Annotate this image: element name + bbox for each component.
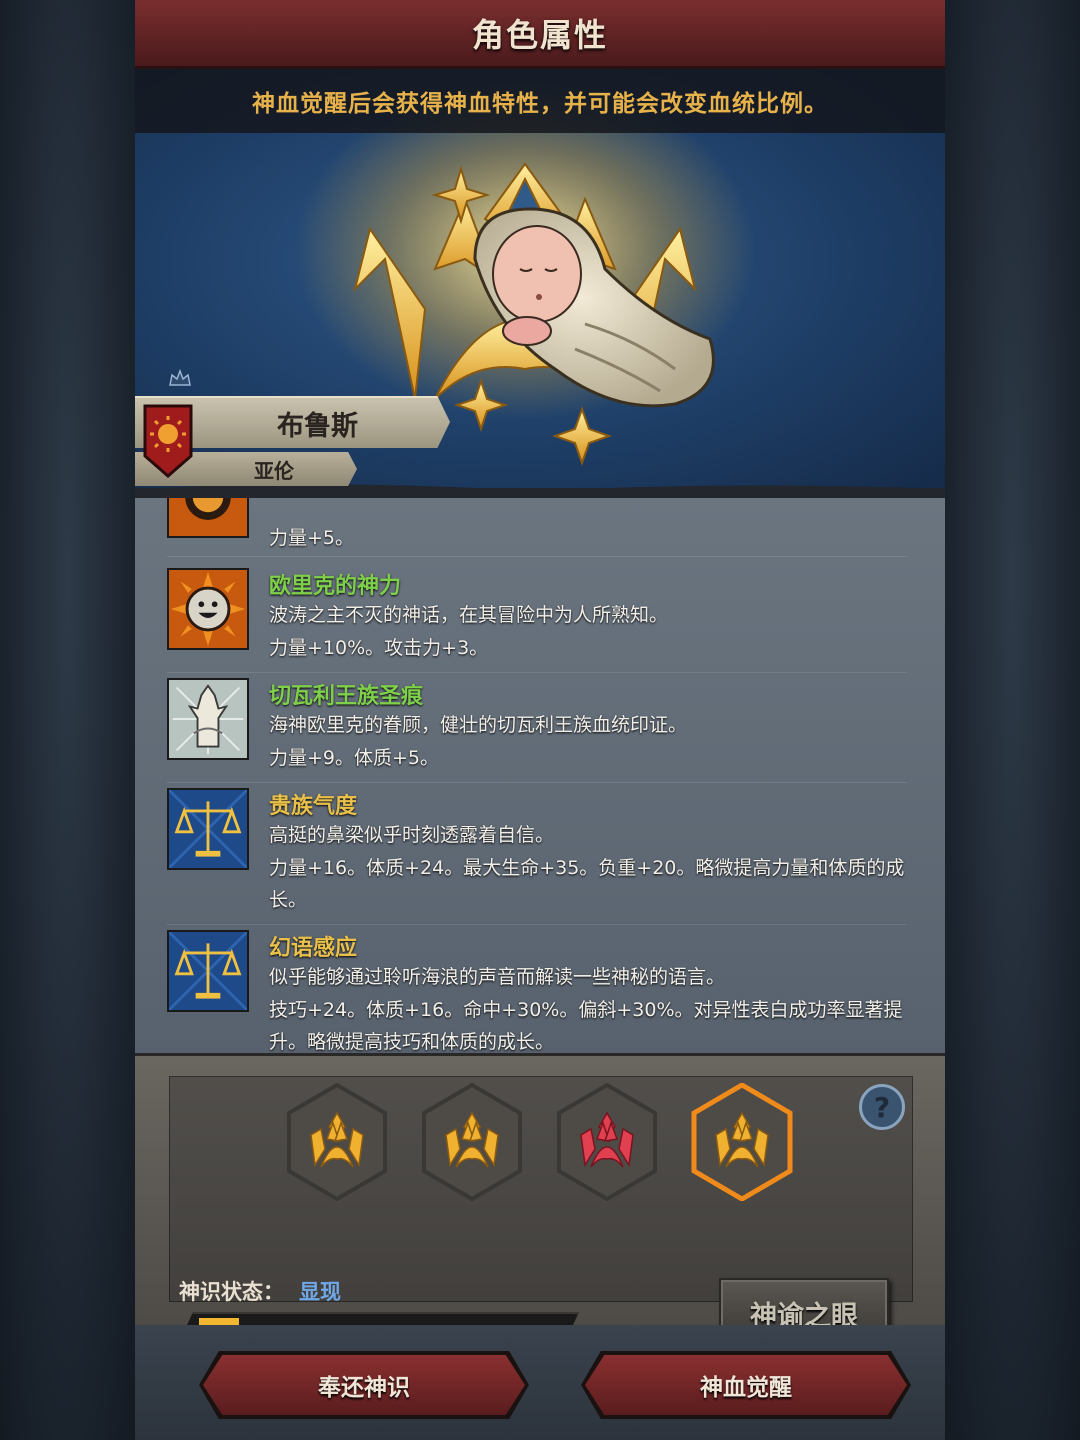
scales-icon <box>167 930 249 1012</box>
divine-slot-tray <box>169 1076 913 1302</box>
trait-name: 切瓦利王族圣痕 <box>269 684 424 709</box>
trait-item[interactable]: 力量+5。 <box>167 498 907 557</box>
trait-item[interactable]: 贵族气度 高挺的鼻梁似乎时刻透露着自信。 力量+16。体质+24。最大生命+35… <box>167 788 907 925</box>
divine-slot-3[interactable] <box>555 1083 659 1201</box>
trait-effect: 力量+5。 <box>269 527 355 549</box>
blood-awaken-button[interactable]: 神血觉醒 <box>585 1355 907 1415</box>
trait-item[interactable]: 幻语感应 似乎能够通过聆听海浪的声音而解读一些神秘的语言。 技巧+24。体质+1… <box>167 930 907 1053</box>
trait-item[interactable]: 欧里克的神力 波涛之主不灭的神话，在其冒险中为人所熟知。 力量+10%。攻击力+… <box>167 568 907 673</box>
right-backdrop <box>945 0 1080 1440</box>
trait-description: 高挺的鼻梁似乎时刻透露着自信。 <box>269 824 555 846</box>
character-name: 布鲁斯 <box>277 410 358 442</box>
sun-eye-icon <box>167 498 249 538</box>
divine-control-panel: ? 神识状态： 显现 神谕之眼 <box>135 1053 945 1348</box>
footer-bar: 奉还神识 神血觉醒 <box>135 1325 945 1440</box>
title-bar: 角色属性 <box>135 0 945 69</box>
character-panel: 角色属性 神血觉醒后会获得神血特性，并可能会改变血统比例。 布鲁斯 亚伦 力量+… <box>135 0 945 1440</box>
trait-effect: 技巧+24。体质+16。命中+30%。偏斜+30%。对异性表白成功率显著提升。略… <box>269 999 903 1053</box>
trait-item[interactable]: 切瓦利王族圣痕 海神欧里克的眷顾，健壮的切瓦利王族血统印证。 力量+9。体质+5… <box>167 678 907 783</box>
help-icon: ? <box>873 1090 891 1124</box>
portrait-divider <box>135 488 945 498</box>
hint-text: 神血觉醒后会获得神血特性，并可能会改变血统比例。 <box>252 91 828 117</box>
trait-description: 似乎能够通过聆听海浪的声音而解读一些神秘的语言。 <box>269 966 726 988</box>
return-divinity-button[interactable]: 奉还神识 <box>203 1355 525 1415</box>
return-divinity-label: 奉还神识 <box>318 1375 410 1401</box>
trait-list[interactable]: 力量+5。 欧里克的神力 波涛之主不灭的神话，在其冒险中为人所熟知。 力量+10… <box>135 498 945 1053</box>
trait-effect: 力量+10%。攻击力+3。 <box>269 637 489 659</box>
trident-emblem-icon <box>167 678 249 760</box>
trait-description: 波涛之主不灭的神话，在其冒险中为人所熟知。 <box>269 604 669 626</box>
left-backdrop <box>0 0 135 1440</box>
smiling-sun-icon <box>167 568 249 650</box>
trait-effect: 力量+16。体质+24。最大生命+35。负重+20。略微提高力量和体质的成长。 <box>269 857 905 911</box>
trait-name: 幻语感应 <box>269 936 358 961</box>
divine-slot-2[interactable] <box>420 1083 524 1201</box>
trait-description: 海神欧里克的眷顾，健壮的切瓦利王族血统印证。 <box>269 714 688 736</box>
trait-name: 贵族气度 <box>269 794 358 819</box>
help-button[interactable]: ? <box>859 1084 905 1130</box>
trait-effect: 力量+9。体质+5。 <box>269 747 440 769</box>
divine-slot-4[interactable] <box>690 1083 794 1201</box>
status-label: 神识状态： <box>179 1280 284 1304</box>
hint-bar: 神血觉醒后会获得神血特性，并可能会改变血统比例。 <box>135 69 945 133</box>
house-name: 亚伦 <box>254 458 294 483</box>
divine-slot-1[interactable] <box>285 1083 389 1201</box>
blood-awaken-label: 神血觉醒 <box>700 1375 792 1401</box>
status-value: 显现 <box>299 1280 341 1304</box>
page-title: 角色属性 <box>471 16 608 54</box>
scales-icon <box>167 788 249 870</box>
rank-crown-icon <box>169 369 191 386</box>
sun-crest-icon <box>143 404 193 478</box>
trait-name: 欧里克的神力 <box>269 574 402 599</box>
